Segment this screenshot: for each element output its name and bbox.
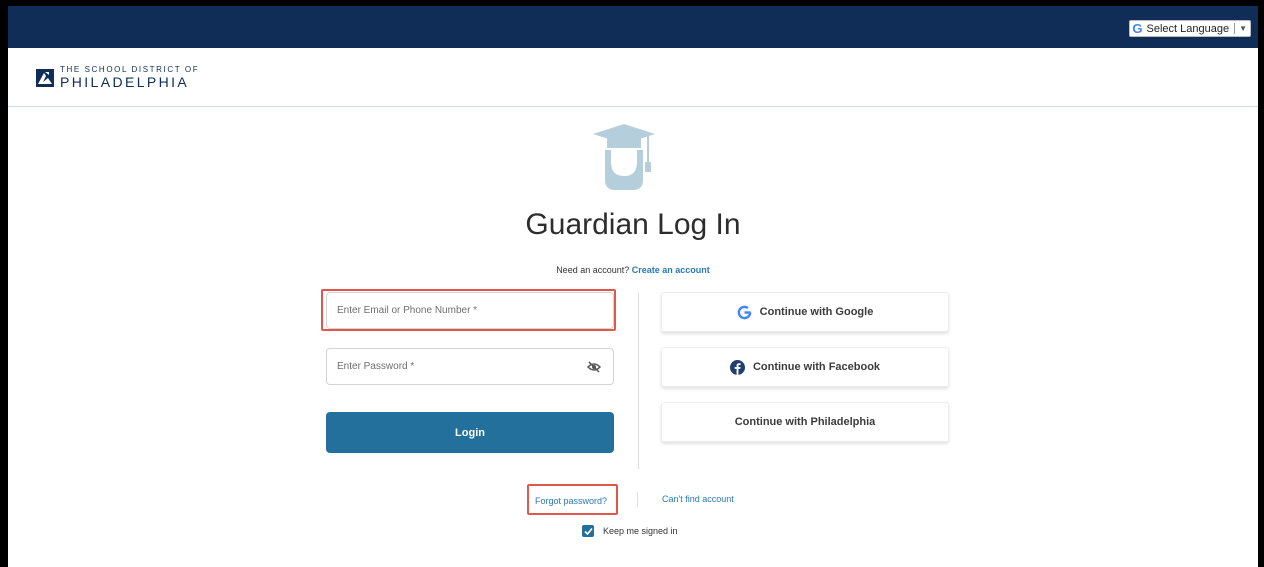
google-g-icon: G <box>1132 20 1143 36</box>
continue-with-google-button[interactable]: Continue with Google <box>661 292 949 332</box>
login-page: G Select Language ▼ THE SCHOOL DISTRICT … <box>8 6 1258 567</box>
continue-with-google-label: Continue with Google <box>759 306 874 318</box>
district-logo-icon <box>36 68 54 87</box>
district-logo[interactable]: THE SCHOOL DISTRICT OF PHILADELPHIA <box>36 66 199 89</box>
page-title: Guardian Log In <box>525 208 741 241</box>
create-account-link[interactable]: Create an account <box>632 265 710 275</box>
language-select-divider <box>1234 23 1236 34</box>
continue-with-facebook-label: Continue with Facebook <box>752 361 881 373</box>
language-select[interactable]: G Select Language ▼ <box>1129 20 1251 37</box>
forgot-password-highlight <box>527 484 618 515</box>
password-field[interactable]: Enter Password * <box>326 348 614 385</box>
graduate-cap-icon <box>593 124 655 190</box>
google-g-icon <box>737 305 752 319</box>
cant-find-account-link[interactable]: Can't find account <box>662 494 734 504</box>
keep-signed-in-checkbox[interactable] <box>582 525 594 537</box>
continue-with-facebook-button[interactable]: Continue with Facebook <box>661 347 949 387</box>
email-field-highlight <box>321 289 616 331</box>
vertical-divider <box>638 293 639 469</box>
eye-slash-icon[interactable] <box>587 360 601 374</box>
district-logo-text: THE SCHOOL DISTRICT OF PHILADELPHIA <box>60 65 200 90</box>
logo-line-2: PHILADELPHIA <box>60 74 190 90</box>
logo-line-1: THE SCHOOL DISTRICT OF <box>60 65 200 74</box>
password-placeholder: Enter Password * <box>337 361 415 372</box>
facebook-f-icon <box>729 359 745 375</box>
continue-with-philadelphia-button[interactable]: Continue with Philadelphia <box>661 402 949 442</box>
need-account-text: Need an account? <box>556 265 630 275</box>
top-bar: G Select Language ▼ <box>8 6 1258 48</box>
check-icon <box>583 527 593 535</box>
chevron-down-icon: ▼ <box>1239 24 1247 33</box>
continue-with-philadelphia-label: Continue with Philadelphia <box>734 416 876 428</box>
language-select-label: Select Language <box>1146 22 1230 35</box>
site-header: THE SCHOOL DISTRICT OF PHILADELPHIA <box>8 48 1258 107</box>
need-account-row: Need an account? Create an account <box>8 265 1258 275</box>
links-divider <box>637 492 638 507</box>
keep-signed-in-label: Keep me signed in <box>603 526 678 536</box>
keep-signed-in-row[interactable]: Keep me signed in <box>582 525 678 537</box>
login-button[interactable]: Login <box>326 412 614 453</box>
